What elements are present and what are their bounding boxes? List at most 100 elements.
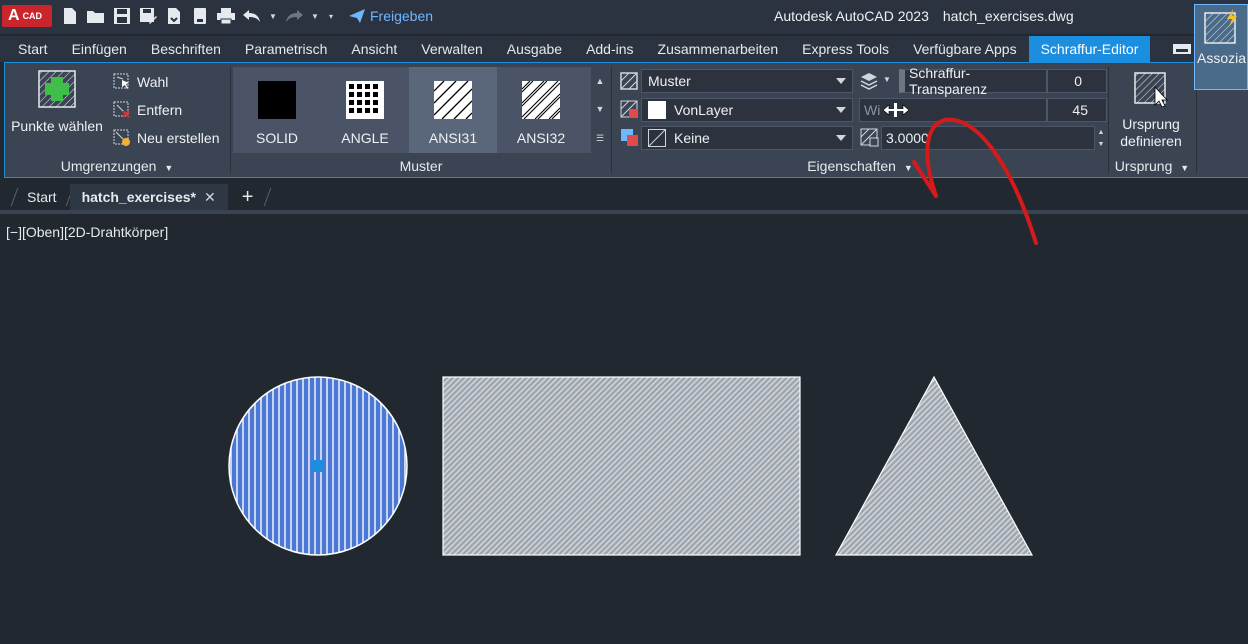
origin-title-text: Ursprung <box>1114 158 1173 174</box>
tab-add-ins[interactable]: Add-ins <box>574 36 645 62</box>
hatch-type-dropdown[interactable]: Muster <box>641 69 853 93</box>
quick-access-toolbar: ▼ ▼ ▾ Freigeben <box>60 5 433 27</box>
file-title: hatch_exercises.dwg <box>942 8 1074 24</box>
transparency-icon[interactable] <box>859 71 879 91</box>
file-tab-start[interactable]: Start <box>15 184 69 210</box>
tab-start[interactable]: Start <box>0 36 60 62</box>
scale-spinner[interactable]: ▲ ▼ <box>1095 126 1107 150</box>
chevron-down-icon[interactable]: ▼ <box>883 75 891 84</box>
hatched-triangle[interactable] <box>834 375 1034 556</box>
share-icon <box>349 9 365 23</box>
tab-beschriften[interactable]: Beschriften <box>139 36 233 62</box>
ribbon-tabs: Start Einfügen Beschriften Parametrisch … <box>0 36 1248 62</box>
share-button[interactable]: Freigeben <box>348 8 433 24</box>
app-title: Autodesk AutoCAD 2023 <box>774 8 929 24</box>
hatch-color-dropdown[interactable]: VonLayer <box>641 98 853 122</box>
spinner-up-icon[interactable]: ▲ <box>1098 129 1105 136</box>
panel-title-patterns: Muster <box>399 158 443 174</box>
file-tab-current[interactable]: hatch_exercises* ✕ <box>69 184 228 210</box>
pattern-angle[interactable]: ANGLE <box>321 67 409 153</box>
grip-point[interactable] <box>312 460 324 472</box>
transparency-value-field[interactable]: 0 <box>1047 69 1107 93</box>
tab-express-tools[interactable]: Express Tools <box>790 36 901 62</box>
tab-schraffur-editor[interactable]: Schraffur-Editor <box>1028 36 1151 62</box>
set-origin-icon <box>1134 72 1168 108</box>
tab-zusammenarbeiten[interactable]: Zusammenarbeiten <box>646 36 791 62</box>
open-folder-icon[interactable] <box>86 6 106 26</box>
no-color-icon <box>648 129 666 147</box>
chevron-down-icon <box>836 135 846 141</box>
tab-ausgabe[interactable]: Ausgabe <box>495 36 574 62</box>
save-to-web-icon[interactable] <box>190 6 210 26</box>
undo-dropdown-icon[interactable]: ▼ <box>268 6 278 26</box>
solid-pattern-swatch <box>258 81 296 119</box>
tab-ansicht[interactable]: Ansicht <box>339 36 409 62</box>
hatched-rectangle[interactable] <box>442 376 801 556</box>
plot-icon[interactable] <box>216 6 236 26</box>
panel-origin: Ursprung definieren Ursprung ▼ <box>1109 63 1195 177</box>
redo-dropdown-icon[interactable]: ▼ <box>310 6 320 26</box>
pattern-label: ANSI31 <box>428 130 478 146</box>
pattern-solid[interactable]: SOLID <box>233 67 321 153</box>
panel-patterns: SOLID ANGLE ANSI31 ANSI32 ▲ ▼ ☰ Muster <box>5 63 611 177</box>
associative-button[interactable]: Assozia <box>1194 4 1248 90</box>
background-value: Keine <box>674 130 710 146</box>
set-origin-label-1: Ursprung <box>1122 116 1180 132</box>
save-as-icon[interactable] <box>138 6 158 26</box>
set-origin-button[interactable]: Ursprung definieren <box>1109 67 1193 153</box>
new-file-icon[interactable] <box>60 6 80 26</box>
app-menu-button[interactable]: A CAD <box>2 5 52 27</box>
angle-value: 45 <box>1072 102 1088 118</box>
customize-qat-icon[interactable]: ▾ <box>326 6 336 26</box>
pattern-label: SOLID <box>255 130 298 146</box>
set-origin-label-2: definieren <box>1120 133 1182 149</box>
panel-title-origin[interactable]: Ursprung ▼ <box>1109 155 1195 177</box>
chevron-down-icon: ▼ <box>1180 163 1190 173</box>
color-swatch <box>648 101 666 119</box>
undo-icon[interactable] <box>242 6 262 26</box>
open-from-web-icon[interactable] <box>164 6 184 26</box>
file-tab-current-label: hatch_exercises* <box>81 189 196 205</box>
background-color-icon <box>621 129 638 146</box>
associative-label: Assozia <box>1197 50 1247 66</box>
new-tab-button[interactable]: + <box>228 186 268 209</box>
scroll-up-icon[interactable]: ▲ <box>596 76 605 86</box>
angle-pattern-swatch <box>346 81 384 119</box>
close-icon[interactable]: ✕ <box>204 189 216 205</box>
transparency-label-field[interactable]: Schraffur-Transparenz <box>899 65 1047 97</box>
properties-title-text: Eigenschaften <box>807 158 896 174</box>
angle-label: Wi <box>864 102 881 118</box>
hatch-color-icon <box>620 100 638 118</box>
pattern-ansi31[interactable]: ANSI31 <box>409 67 497 153</box>
tab-einfuegen[interactable]: Einfügen <box>60 36 139 62</box>
logo-letter: A <box>8 7 20 24</box>
chevron-down-icon <box>836 107 846 113</box>
window-title: Autodesk AutoCAD 2023 hatch_exercises.dwg <box>774 8 1088 24</box>
title-bar: A CAD ▼ ▼ ▾ Freigeben Autodesk AutoCAD 2… <box>0 0 1248 34</box>
tab-parametrisch[interactable]: Parametrisch <box>233 36 339 62</box>
drawing-canvas[interactable] <box>0 214 1248 644</box>
transparency-label: Schraffur-Transparenz <box>909 65 988 97</box>
hatch-type-value: Muster <box>648 73 691 89</box>
expand-gallery-icon[interactable]: ☰ <box>596 133 604 144</box>
tab-verfuegbare-apps[interactable]: Verfügbare Apps <box>901 36 1029 62</box>
background-color-dropdown[interactable]: Keine <box>641 126 853 150</box>
tab-verwalten[interactable]: Verwalten <box>409 36 494 62</box>
pattern-gallery: SOLID ANGLE ANSI31 ANSI32 <box>233 67 609 153</box>
ansi32-pattern-swatch <box>521 80 561 120</box>
scroll-down-icon[interactable]: ▼ <box>596 104 605 114</box>
file-tabs: Start hatch_exercises* ✕ + <box>0 184 1248 210</box>
ansi31-pattern-swatch <box>433 80 473 120</box>
save-icon[interactable] <box>112 6 132 26</box>
hatch-color-value: VonLayer <box>674 102 734 118</box>
redo-icon[interactable] <box>284 6 304 26</box>
hatch-type-icon <box>620 72 638 90</box>
ribbon-panel: Punkte wählen Wahl Entfern Neu erstellen… <box>4 62 1248 178</box>
pattern-ansi32[interactable]: ANSI32 <box>497 67 585 153</box>
scale-icon <box>860 128 879 147</box>
spinner-down-icon[interactable]: ▼ <box>1098 141 1105 148</box>
hatched-circle[interactable] <box>228 376 408 556</box>
associative-icon <box>1204 9 1237 44</box>
pattern-label: ANGLE <box>341 130 389 146</box>
pattern-gallery-scroll[interactable]: ▲ ▼ ☰ <box>591 67 609 153</box>
